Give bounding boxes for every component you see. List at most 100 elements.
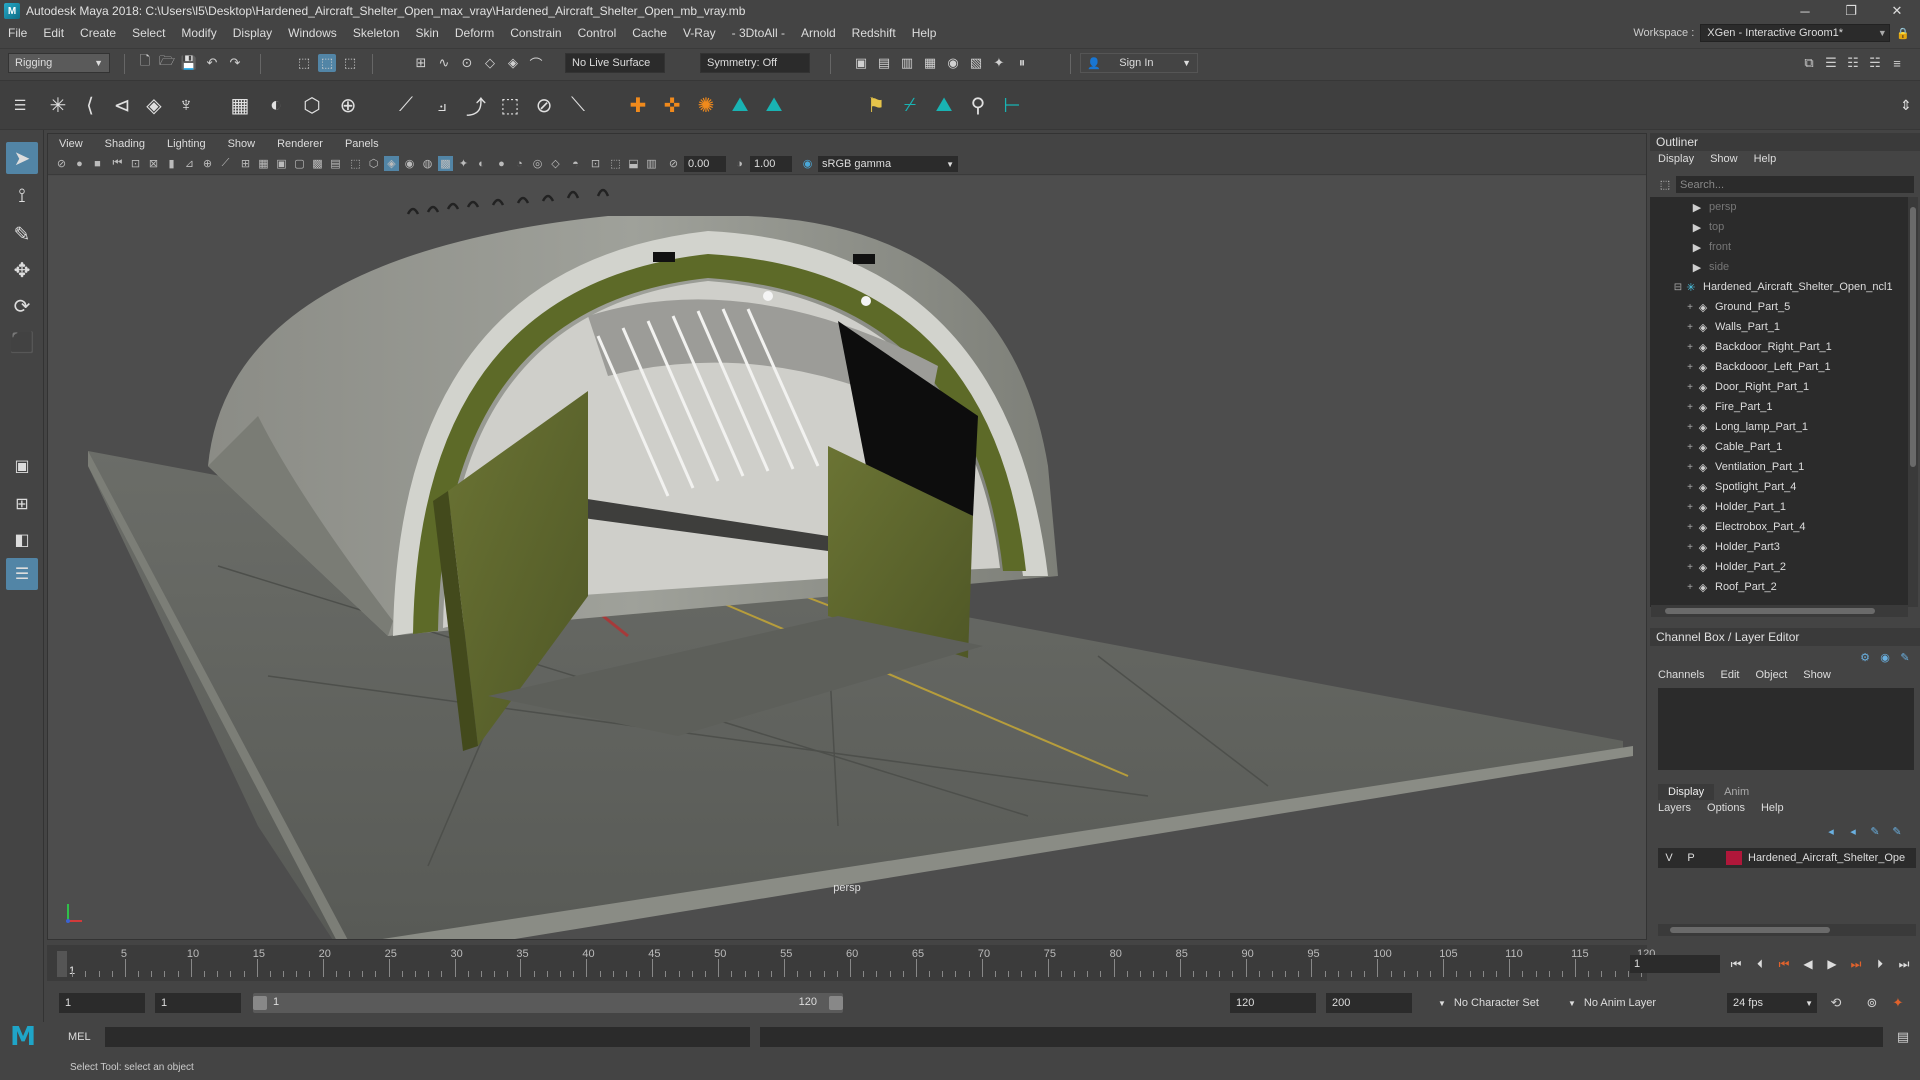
tab-display[interactable]: Display (1658, 784, 1715, 800)
exposure-icon[interactable]: ⊘ (666, 156, 681, 171)
ortho-icon[interactable]: ⬓ (626, 156, 641, 171)
time-slider[interactable]: 1 51015202530354045505560657075808590951… (47, 945, 1655, 981)
snap-point-icon[interactable]: ⊙ (458, 54, 476, 72)
menu-help[interactable]: Help (904, 26, 945, 40)
view-transform-dropdown[interactable]: sRGB gamma ▼ (818, 156, 958, 172)
outliner-menu-help[interactable]: Help (1746, 153, 1785, 169)
expand-icon[interactable]: + (1684, 482, 1696, 493)
layer-menu-layers[interactable]: Layers (1650, 802, 1699, 818)
move-layer-up-icon[interactable]: ◂ (1822, 822, 1840, 840)
ik-spline-icon[interactable]: ⟓ (428, 91, 456, 119)
channel-box-icon[interactable]: ☵ (1866, 54, 1884, 72)
resolution-gate-icon[interactable]: ⊕ (200, 156, 215, 171)
select-skin-icon[interactable]: ⚲ (964, 91, 992, 119)
backface-icon[interactable]: ◓ (568, 156, 583, 171)
outliner-item-mesh[interactable]: + ◈ Walls_Part_1 (1650, 317, 1908, 337)
menu-redshift[interactable]: Redshift (844, 26, 904, 40)
locator-icon[interactable]: ✚ (624, 91, 652, 119)
antialias-icon[interactable]: ◐ (474, 156, 489, 171)
expand-icon[interactable]: + (1684, 342, 1696, 353)
lock-icon[interactable]: 🔒 (1896, 27, 1910, 40)
layer-horizontal-scrollbar[interactable] (1658, 924, 1916, 936)
scrollbar-thumb[interactable] (1910, 207, 1916, 467)
lasso-tool-icon[interactable]: ⟟ (6, 180, 38, 212)
sculpt-deformer-icon[interactable]: ⊘ (530, 91, 558, 119)
channel-menu-object[interactable]: Object (1747, 669, 1795, 685)
step-back-frame-icon[interactable]: ⏴ (1750, 955, 1770, 973)
tool-settings-link-icon[interactable]: ✎ (1896, 648, 1914, 666)
ipr-render-icon[interactable]: ▥ (898, 54, 916, 72)
paint-select-tool-icon[interactable]: ✎ (6, 218, 38, 250)
render-current-icon[interactable]: ▣ (852, 54, 870, 72)
bookmark-icon[interactable]: ■ (90, 156, 105, 171)
insert-joint-icon[interactable]: ⟨ (76, 91, 104, 119)
attribute-editor-icon[interactable]: ☰ (1822, 54, 1840, 72)
select-tool-icon[interactable]: ➤ (6, 142, 38, 174)
menu-file[interactable]: File (0, 26, 35, 40)
select-hierarchy-icon[interactable]: ⬚ (295, 54, 313, 72)
expand-icon[interactable]: + (1684, 442, 1696, 453)
cluster-icon[interactable]: ⊕ (334, 91, 362, 119)
layer-playback-toggle[interactable]: P (1680, 852, 1702, 864)
play-forwards-icon[interactable]: ▶ (1822, 955, 1842, 973)
outliner-item-persp[interactable]: ▶ persp (1650, 197, 1908, 217)
command-input[interactable] (105, 1027, 750, 1047)
render-setup-icon[interactable]: ▧ (967, 54, 985, 72)
select-camera-icon[interactable]: ⊘ (54, 156, 69, 171)
viewport-menu-shading[interactable]: Shading (94, 138, 156, 150)
expand-icon[interactable]: + (1684, 522, 1696, 533)
scene-start-field[interactable]: 1 (59, 993, 145, 1013)
layer-visibility-toggle[interactable]: V (1658, 852, 1680, 864)
select-object-icon[interactable]: ⬚ (318, 54, 336, 72)
wireframe-icon[interactable]: ▩ (310, 156, 325, 171)
channel-menu-edit[interactable]: Edit (1712, 669, 1747, 685)
shelf-menu-icon[interactable]: ☰ (6, 91, 34, 119)
layer-menu-options[interactable]: Options (1699, 802, 1753, 818)
quick-rig-icon[interactable]: ♆ (172, 91, 200, 119)
safe-title-icon[interactable]: ▢ (292, 156, 307, 171)
undo-icon[interactable]: ↶ (203, 54, 221, 72)
current-time-marker[interactable] (57, 951, 67, 977)
pole-vector-icon[interactable]: ⛰ (930, 91, 958, 119)
menu-display[interactable]: Display (225, 26, 280, 40)
go-to-start-icon[interactable]: ⏮ (1726, 955, 1746, 973)
move-layer-down-icon[interactable]: ◂ (1844, 822, 1862, 840)
select-component-icon[interactable]: ⬚ (341, 54, 359, 72)
minimize-button[interactable]: ─ (1782, 0, 1828, 22)
lattice-icon[interactable]: ⬡ (298, 91, 326, 119)
menu-create[interactable]: Create (72, 26, 124, 40)
outliner-search-input[interactable]: Search... (1676, 176, 1914, 193)
playback-end-field[interactable]: 120 (1230, 993, 1316, 1013)
menu-deform[interactable]: Deform (447, 26, 502, 40)
outliner-item-side[interactable]: ▶ side (1650, 257, 1908, 277)
menu-modify[interactable]: Modify (173, 26, 224, 40)
outliner-item-mesh[interactable]: + ◈ Electrobox_Part_4 (1650, 517, 1908, 537)
loop-icon[interactable]: ⟲ (1827, 994, 1845, 1012)
symmetry-dropdown[interactable]: Symmetry: Off (700, 53, 810, 73)
outliner-item-mesh[interactable]: + ◈ Holder_Part_1 (1650, 497, 1908, 517)
persp-outliner-layout-icon[interactable]: ◧ (6, 524, 38, 556)
rotate-tool-icon[interactable]: ⟳ (6, 290, 38, 322)
grease-pencil-icon[interactable]: ⊠ (146, 156, 161, 171)
range-bar[interactable]: 1 120 (253, 993, 843, 1013)
xray-joints-icon[interactable]: ◎ (530, 156, 545, 171)
menu-skeleton[interactable]: Skeleton (345, 26, 408, 40)
menu-control[interactable]: Control (570, 26, 625, 40)
menu-skin[interactable]: Skin (408, 26, 447, 40)
viewport-menu-show[interactable]: Show (217, 138, 267, 150)
menu-vray[interactable]: V-Ray (675, 26, 724, 40)
expand-icon[interactable]: + (1684, 362, 1696, 373)
outliner-menu-display[interactable]: Display (1650, 153, 1702, 169)
character-set-dropdown[interactable]: ▼ No Character Set (1432, 993, 1582, 1013)
outliner-item-mesh[interactable]: + ◈ Backdooor_Left_Part_1 (1650, 357, 1908, 377)
wireframe-on-shaded-icon[interactable]: ⬚ (348, 156, 363, 171)
render-settings-icon[interactable]: ▦ (921, 54, 939, 72)
snap-grid-icon[interactable]: ⊞ (412, 54, 430, 72)
twod-pan-icon[interactable]: ⊡ (128, 156, 143, 171)
humanik-icon[interactable]: ✺ (692, 91, 720, 119)
channel-box-settings-icon[interactable]: ⚙ (1856, 648, 1874, 666)
shadows-icon[interactable]: ◍ (420, 156, 435, 171)
channel-menu-show[interactable]: Show (1795, 669, 1839, 685)
scene-end-field[interactable]: 200 (1326, 993, 1412, 1013)
outliner-item-mesh[interactable]: + ◈ Holder_Part3 (1650, 537, 1908, 557)
